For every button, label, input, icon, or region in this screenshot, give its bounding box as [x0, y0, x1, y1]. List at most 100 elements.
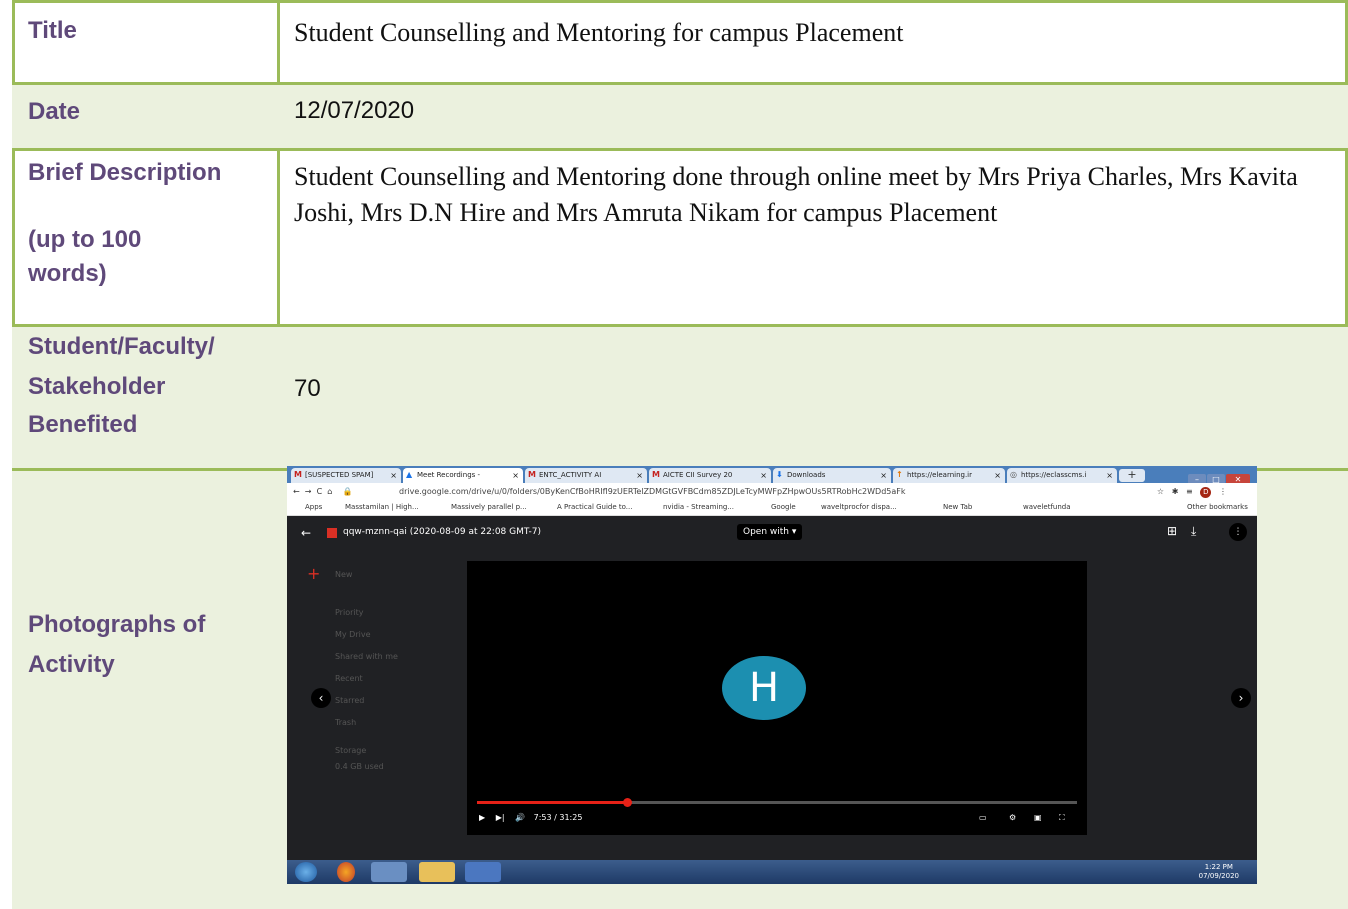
video-time: 7:53 / 31:25 [533, 813, 583, 822]
drive-nav-item[interactable]: My Drive [335, 630, 371, 639]
description-value: Student Counselling and Mentoring done t… [294, 162, 1298, 227]
bookmark-item[interactable]: waveletfunda [1023, 500, 1071, 515]
row-title: Title Student Counselling and Mentoring … [12, 0, 1348, 82]
fullscreen-icon[interactable]: ⛶ [1059, 811, 1065, 825]
beneficiaries-label-line3: Benefited [28, 411, 138, 438]
description-label-line2: (up to 100 [28, 226, 142, 253]
captions-icon[interactable]: ▭ [979, 811, 987, 825]
volume-icon[interactable]: 🔊 [515, 813, 525, 822]
beneficiaries-label: Student/Faculty/ [28, 333, 215, 360]
firefox-icon[interactable] [337, 862, 355, 882]
bookmark-item[interactable]: nvidia - Streaming... [663, 500, 734, 515]
bookmark-item[interactable]: waveltprocfor dispa... [821, 500, 897, 515]
row-description: Brief Description (up to 100 words) Stud… [12, 148, 1348, 324]
back-arrow-icon[interactable]: ← [301, 526, 311, 540]
browser-tab[interactable]: M AICTE CII Survey 20 × [649, 468, 771, 483]
play-icon[interactable]: ▶ [479, 813, 485, 822]
photographs-label: Photographs of [28, 611, 206, 638]
date-value: 12/07/2020 [294, 97, 415, 124]
activity-photograph: M [SUSPECTED SPAM] × ▲ Meet Recordings - × M… [287, 466, 1257, 884]
bookmark-item[interactable]: Other bookmarks [1187, 500, 1248, 515]
next-icon[interactable]: ▶| [496, 813, 505, 822]
site-icon: ↑ [896, 470, 903, 479]
browser-tab[interactable]: M ENTC_ACTIVITY AI × [525, 468, 647, 483]
drive-nav-item[interactable]: Priority [335, 608, 363, 617]
bookmark-item[interactable]: Masstamilan | High... [345, 500, 419, 515]
video-player[interactable]: H ▶ ▶| 🔊 7:53 / 31:25 ▭ ⚙ ▣ ⛶ [467, 561, 1087, 835]
close-icon[interactable]: × [1106, 468, 1113, 483]
new-button[interactable]: + [307, 564, 320, 583]
video-controls: ▶ ▶| 🔊 7:53 / 31:25 ▭ ⚙ ▣ ⛶ [479, 811, 1079, 825]
bookmark-item[interactable]: Massively parallel p... [451, 500, 527, 515]
drive-nav-item[interactable]: Trash [335, 718, 356, 727]
file-viewer-bar: ← qqw-mznn-qai (2020-08-09 at 22:08 GMT-… [287, 516, 1257, 550]
close-icon[interactable]: × [880, 468, 887, 483]
progress-fill [477, 801, 627, 804]
drive-icon: ▲ [406, 470, 413, 479]
description-label-line3: words) [28, 260, 107, 287]
drive-nav-item[interactable]: Storage [335, 746, 366, 755]
browser-tab-active[interactable]: ▲ Meet Recordings - × [403, 468, 523, 483]
gmail-icon: M [528, 470, 536, 479]
close-icon[interactable]: × [512, 468, 519, 483]
extension-icons[interactable]: ☆ ✱ ≡ D ⋮ [1157, 483, 1227, 500]
chrome-icon[interactable] [371, 862, 407, 882]
download-icon[interactable]: ⤓ [1191, 524, 1196, 539]
bookmarks-bar: Apps Masstamilan | High... Massively par… [287, 500, 1257, 516]
date-label: Date [28, 98, 81, 125]
close-icon[interactable]: × [994, 468, 1001, 483]
beneficiaries-value: 70 [294, 375, 321, 402]
video-progress-bar[interactable] [477, 798, 1077, 807]
address-bar: ← → C ⌂ 🔒 drive.google.com/drive/u/0/fol… [287, 483, 1257, 500]
beneficiaries-label-line2: Stakeholder [28, 373, 166, 400]
browser-tab[interactable]: ◎ https://eclasscms.i × [1007, 468, 1117, 483]
gmail-icon: M [652, 470, 660, 479]
photographs-label-line2: Activity [28, 651, 115, 678]
bookmark-item[interactable]: Google [771, 500, 796, 515]
file-title: qqw-mznn-qai (2020-08-09 at 22:08 GMT-7) [343, 527, 542, 537]
window-controls: – □ ✕ [1187, 467, 1251, 485]
progress-handle[interactable] [623, 798, 632, 807]
close-icon[interactable]: × [636, 468, 643, 483]
navigation-icons[interactable]: ← → C ⌂ 🔒 [293, 483, 352, 500]
bookmark-item[interactable]: A Practical Guide to... [557, 500, 633, 515]
browser-tab[interactable]: ↑ https://elearning.ir × [893, 468, 1005, 483]
add-to-drive-icon[interactable]: ⊞ [1167, 524, 1177, 538]
row-date: Date 12/07/2020 [12, 82, 1348, 148]
new-tab-button[interactable]: + [1119, 469, 1145, 482]
browser-tab[interactable]: ⬇ Downloads × [773, 468, 891, 483]
drive-nav-item[interactable]: Starred [335, 696, 364, 705]
description-label: Brief Description [28, 159, 222, 186]
url-input[interactable]: drive.google.com/drive/u/0/folders/0ByKe… [399, 483, 906, 500]
clock-date: 07/09/2020 [1198, 872, 1239, 880]
browser-tab[interactable]: M [SUSPECTED SPAM] × [291, 468, 401, 483]
bookmark-item[interactable]: New Tab [943, 500, 972, 515]
close-icon[interactable]: × [760, 468, 767, 483]
system-clock: 1:22 PM 07/09/2020 [1199, 863, 1239, 881]
drive-storage-text: 0.4 GB used [335, 762, 384, 771]
participant-avatar: H [722, 656, 806, 720]
download-icon: ⬇ [776, 470, 783, 479]
next-arrow-button[interactable]: › [1231, 688, 1251, 708]
miniplayer-icon[interactable]: ▣ [1034, 811, 1042, 825]
open-with-button[interactable]: Open with ▾ [737, 524, 803, 540]
drive-nav-item[interactable]: Recent [335, 674, 363, 683]
drive-new-label: New [335, 570, 353, 579]
previous-arrow-button[interactable]: ‹ [311, 688, 331, 708]
start-button[interactable] [295, 862, 317, 882]
video-file-icon [327, 528, 337, 538]
drive-nav-item[interactable]: Shared with me [335, 652, 398, 661]
row-beneficiaries: Student/Faculty/ Stakeholder Benefited 7… [12, 324, 1348, 468]
explorer-icon[interactable] [419, 862, 455, 882]
close-icon[interactable]: × [390, 468, 397, 483]
globe-icon: ◎ [1010, 470, 1017, 479]
title-value: Student Counselling and Mentoring for ca… [294, 18, 904, 47]
browser-tab-bar: M [SUSPECTED SPAM] × ▲ Meet Recordings - × M… [287, 466, 1257, 485]
settings-icon[interactable]: ⚙ [1009, 811, 1016, 825]
word-icon[interactable] [465, 862, 501, 882]
clock-time: 1:22 PM [1204, 863, 1233, 871]
gmail-icon: M [294, 470, 302, 479]
more-options-icon[interactable]: ⋮ [1229, 523, 1247, 541]
title-label: Title [28, 17, 77, 44]
bookmark-item[interactable]: Apps [305, 500, 322, 515]
